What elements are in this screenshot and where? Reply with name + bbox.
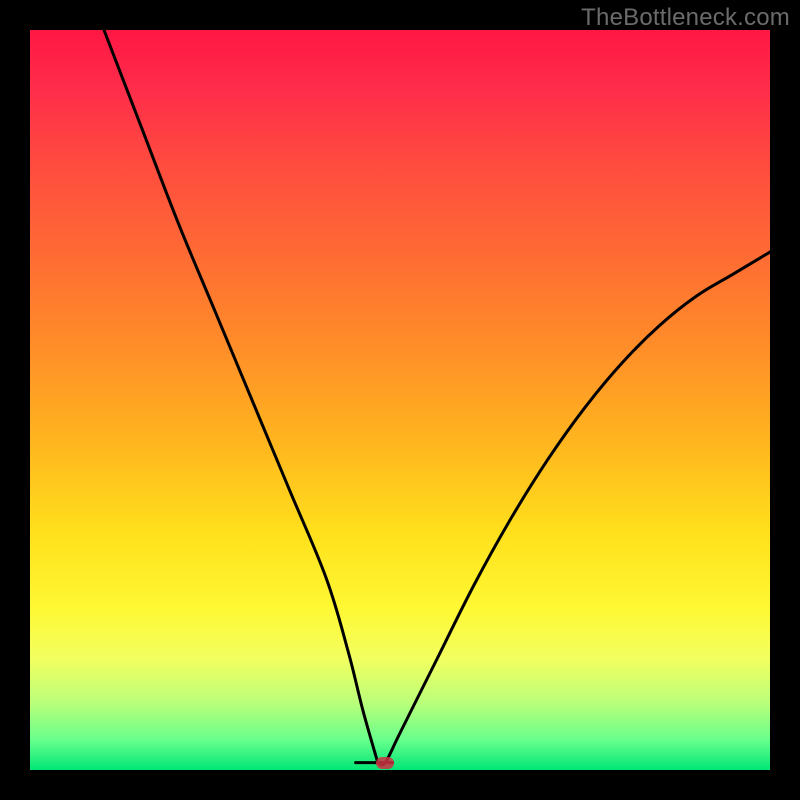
plot-area (30, 30, 770, 770)
bottleneck-curve (104, 30, 770, 765)
chart-frame: TheBottleneck.com (0, 0, 800, 800)
min-marker (376, 757, 394, 769)
watermark-text: TheBottleneck.com (581, 4, 790, 32)
curve-svg (30, 30, 770, 770)
